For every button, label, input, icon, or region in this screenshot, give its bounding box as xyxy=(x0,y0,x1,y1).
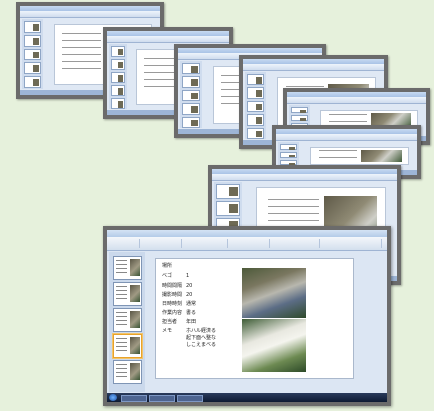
slide-row: 撮影時間 20 xyxy=(162,292,193,298)
slide-row: 作業内容 書る xyxy=(162,310,197,316)
slide-row: ベゴ 1 xyxy=(162,273,190,279)
slide-row: メモ ホハル経済る xyxy=(162,328,217,334)
slide-row: 場所 xyxy=(162,263,173,269)
slide-row: 担当者 年田 xyxy=(162,319,197,325)
taskbar-app[interactable] xyxy=(121,395,147,402)
taskbar xyxy=(107,393,387,402)
slide-editor-area: 場所 ベゴ 1 時間間隔 20 撮影時間 20 日時時刻 通常 作業内容 書る 担当者 年田 xyxy=(148,252,383,392)
taskbar-app[interactable] xyxy=(149,395,175,402)
slide-row: しこえまべる xyxy=(186,342,217,348)
slide-photo-bottom xyxy=(242,319,306,372)
slide-row: 起下面へ整な xyxy=(186,335,217,341)
slide-row: 時間間隔 20 xyxy=(162,283,193,289)
title-bar xyxy=(107,230,387,237)
ribbon-toolbar[interactable] xyxy=(107,237,387,251)
slide-thumbnail-icon[interactable] xyxy=(113,282,142,306)
main-window: 場所 ベゴ 1 時間間隔 20 撮影時間 20 日時時刻 通常 作業内容 書る 担当者 年田 xyxy=(103,226,391,406)
slide-thumbnail-icon[interactable] xyxy=(113,308,142,332)
stacked-screenshots-illustration: 場所 ベゴ 1 時間間隔 20 撮影時間 20 日時時刻 通常 作業内容 書る 担当者 年田 xyxy=(0,0,434,411)
start-orb-icon[interactable] xyxy=(109,394,117,401)
slide-thumbnail-pane xyxy=(109,252,145,392)
slide-thumbnail-icon[interactable] xyxy=(113,334,142,358)
taskbar-app[interactable] xyxy=(177,395,203,402)
slide-photo-top xyxy=(242,268,306,318)
slide-row: 日時時刻 通常 xyxy=(162,301,197,307)
current-slide[interactable]: 場所 ベゴ 1 時間間隔 20 撮影時間 20 日時時刻 通常 作業内容 書る 担当者 年田 xyxy=(155,258,354,379)
slide-thumbnail-icon[interactable] xyxy=(113,360,142,384)
slide-thumbnail-icon[interactable] xyxy=(113,256,142,280)
